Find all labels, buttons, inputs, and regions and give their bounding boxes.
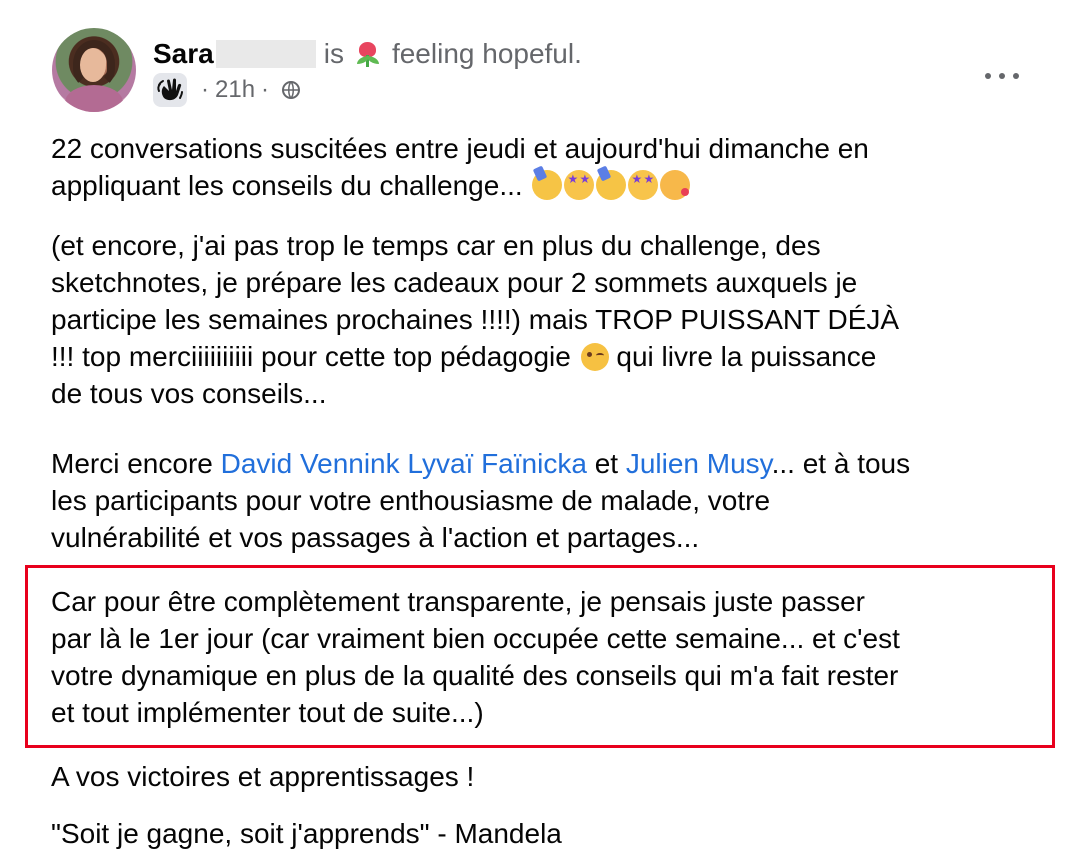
post-paragraph-1: 22 conversations suscitées entre jeudi e… [51,130,869,204]
paragraph-line-with-emoji: appliquant les conseils du challenge... [51,167,869,204]
more-options-button[interactable] [978,58,1026,90]
post-meta: · 21h · [153,73,301,107]
red-highlight-box [25,565,1055,748]
star-struck-face-icon [564,170,595,200]
waving-hand-icon[interactable] [153,73,187,107]
kissing-face-icon [660,170,691,200]
paragraph-line: 22 conversations suscitées entre jeudi e… [51,133,869,164]
paragraph-line-with-mentions: Merci encore David Vennink Lyvaï Faïnick… [51,445,910,482]
paragraph-line: vulnérabilité et vos passages à l'action… [51,522,700,553]
paragraph-line: les participants pour votre enthousiasme… [51,485,771,516]
activity-prefix: is [323,38,344,69]
paragraph-text: !!! top merciiiiiiiiii pour cette top pé… [51,341,571,372]
meta-separator: · [201,76,209,103]
post-paragraph-3: Merci encore David Vennink Lyvaï Faïnick… [51,445,910,556]
winking-face-icon [580,343,609,371]
more-options-dot-1 [985,72,992,79]
paragraph-line: de tous vos conseils... [51,378,327,409]
post-header: Sara is feeling hopeful. · 21h · [52,28,1052,118]
post-paragraph-6: "Soit je gagne, soit j'apprends" - Mande… [51,818,562,849]
paragraph-text: appliquant les conseils du challenge... [51,170,523,201]
post-paragraph-5: A vos victoires et apprentissages ! [51,761,475,792]
party-face-icon [532,170,563,200]
feeling-status: feeling hopeful. [391,38,582,69]
paragraph-text: qui livre la puissance [616,341,877,372]
tulip-icon [352,39,382,69]
facebook-post: Sara is feeling hopeful. · 21h · 22 conv… [0,0,1070,868]
author-name-link[interactable]: Sara [153,38,214,70]
paragraph-line: (et encore, j'ai pas trop le temps car e… [51,230,821,261]
avatar-shirt-shape [65,85,123,112]
mention-link[interactable]: Julien Musy [626,448,772,479]
author-activity-line: Sara is feeling hopeful. [153,33,582,75]
avatar-face-shape [80,48,106,82]
party-face-icon [596,170,627,200]
more-options-dot-3 [1012,72,1019,79]
mention-link[interactable]: David Vennink Lyvaï Faïnicka [221,448,587,479]
paragraph-line: sketchnotes, je prépare les cadeaux pour… [51,267,858,298]
author-avatar[interactable] [52,28,136,112]
paragraph-line-with-emoji: !!! top merciiiiiiiiii pour cette top pé… [51,338,899,375]
more-options-dot-2 [999,72,1005,79]
paragraph-line: participe les semaines prochaines !!!!) … [51,304,900,335]
paragraph-text: ... et à tous [771,448,911,479]
post-paragraph-2: (et encore, j'ai pas trop le temps car e… [51,227,899,412]
paragraph-text: Merci encore [51,448,213,479]
globe-icon[interactable] [281,80,301,100]
star-struck-face-icon [628,170,659,200]
redacted-name-area [215,40,316,68]
meta-separator-2: · [261,76,270,103]
post-time-link[interactable]: 21h [215,76,255,104]
paragraph-text: et [594,448,619,479]
